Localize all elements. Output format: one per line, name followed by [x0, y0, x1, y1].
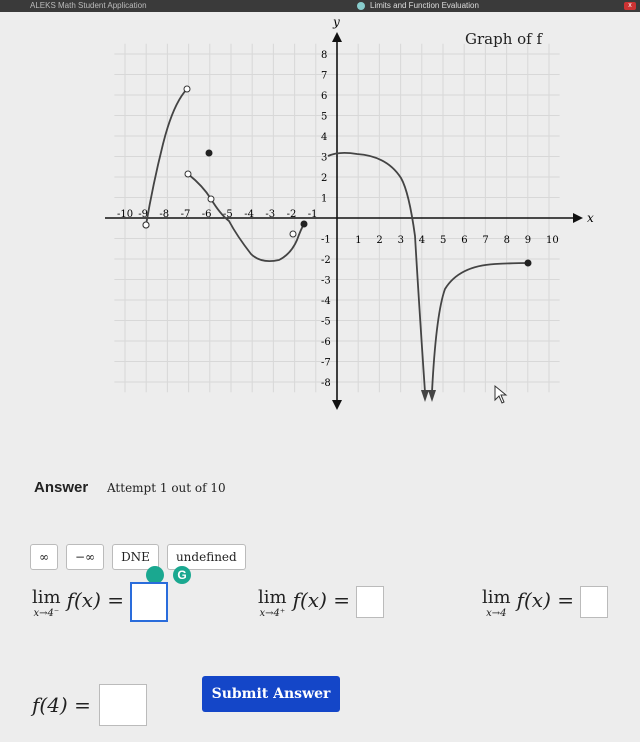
lim-operator: lim x→4: [482, 587, 511, 620]
closed-point: [524, 259, 532, 267]
answer-heading: Answer: [34, 479, 89, 496]
y-tick-label: -5: [321, 317, 331, 328]
answer-header: Answer Attempt 1 out of 10: [34, 478, 226, 496]
y-tick-label: -7: [321, 358, 331, 369]
x-tick-label: -7: [181, 209, 191, 220]
y-tick-label: -8: [321, 378, 331, 389]
mouse-cursor-icon: [494, 384, 508, 404]
function-value-question: f(4) =: [32, 684, 147, 726]
x-tick-label: 7: [482, 235, 488, 246]
x-tick-label: 1: [355, 235, 361, 246]
x-tick-label: 10: [546, 235, 559, 246]
arrow-down-icon: [421, 390, 429, 402]
y-axis-down-arrow-icon: [332, 400, 342, 410]
arrow-down-icon: [428, 390, 436, 402]
axes: [105, 32, 583, 410]
y-tick-label: 6: [321, 91, 327, 102]
lim-operator: lim x→4⁻: [32, 587, 61, 620]
x-tick-label: -4: [244, 209, 254, 220]
y-tick-label: 7: [321, 71, 327, 82]
x-tick-label: -1: [308, 209, 318, 220]
closed-point: [300, 220, 308, 228]
two-sided-limit-question: lim x→4 f(x) =: [482, 586, 608, 620]
grammarly-icon[interactable]: G: [173, 566, 191, 584]
graph-panel: x y Graph of f -10 -9 -8 -7 -6 -5 -4 -3 -2 -1 1 2 3 4…: [95, 14, 605, 414]
answer-palette: ∞ −∞ DNE undefined: [30, 544, 246, 570]
y-axis-label: y: [332, 15, 340, 29]
two-sided-limit-answer-input[interactable]: [580, 586, 608, 618]
left-limit-question: lim x→4⁻ f(x) =: [32, 582, 168, 622]
two-sided-limit-expr: f(x) =: [516, 588, 574, 612]
infinity-button[interactable]: ∞: [30, 544, 58, 570]
x-axis-label: x: [587, 211, 594, 225]
open-point: [142, 221, 150, 229]
y-tick-label: -2: [321, 255, 331, 266]
y-tick-label: -4: [321, 296, 331, 307]
x-tick-label: 6: [461, 235, 467, 246]
x-tick-label: -3: [265, 209, 275, 220]
closed-point: [205, 149, 213, 157]
open-point: [183, 85, 191, 93]
right-limit-question: lim x→4⁺ f(x) =: [258, 586, 384, 620]
left-limit-expr: f(x) =: [66, 588, 124, 612]
y-tick-label: -6: [321, 337, 331, 348]
x-tick-label: 4: [419, 235, 425, 246]
y-tick-label: 8: [321, 50, 327, 61]
open-point: [207, 195, 215, 203]
open-point: [289, 230, 297, 238]
y-axis-arrow-icon: [332, 32, 342, 42]
x-tick-label: -6: [202, 209, 212, 220]
answer-area: Answer Attempt 1 out of 10 ∞ −∞ DNE unde…: [0, 430, 640, 742]
open-point: [184, 170, 192, 178]
x-tick-label: 3: [398, 235, 404, 246]
x-tick-label: -8: [159, 209, 169, 220]
y-tick-label: 3: [321, 153, 327, 164]
y-tick-label: 2: [321, 173, 327, 184]
curve-arrows: [421, 390, 436, 402]
x-tick-label: -5: [223, 209, 233, 220]
curve-segment-right: [327, 151, 426, 393]
y-tick-label: 1: [321, 194, 327, 205]
right-limit-expr: f(x) =: [292, 588, 350, 612]
curve-segment-far-right: [431, 262, 529, 393]
submit-answer-button[interactable]: Submit Answer: [202, 676, 340, 712]
lim-operator: lim x→4⁺: [258, 587, 287, 620]
x-tick-label: 5: [440, 235, 446, 246]
x-tick-label: -2: [287, 209, 297, 220]
attempt-counter: Attempt 1 out of 10: [106, 481, 226, 495]
x-tick-label: 9: [525, 235, 531, 246]
window-title: Limits and Function Evaluation: [370, 1, 479, 10]
function-graph: x y Graph of f -10 -9 -8 -7 -6 -5 -4 -3 -2 -11 2 3 4…: [105, 15, 594, 410]
graph-title: Graph of f: [465, 30, 543, 48]
y-tick-label: 5: [321, 112, 327, 123]
right-limit-answer-input[interactable]: [356, 586, 384, 618]
function-value-expr: f(4) =: [32, 693, 91, 717]
x-tick-label: 8: [504, 235, 510, 246]
x-tick-label: -10: [117, 209, 133, 220]
y-tick-label: 4: [321, 132, 327, 143]
status-dot-icon: [357, 2, 365, 10]
y-tick-label: -1: [321, 235, 331, 246]
title-bar: ALEKS Math Student Application Limits an…: [0, 0, 640, 12]
x-axis-arrow-icon: [573, 213, 583, 223]
x-tick-label: 2: [376, 235, 382, 246]
y-tick-label: -3: [321, 276, 331, 287]
left-limit-answer-input[interactable]: [130, 582, 168, 622]
app-title: ALEKS Math Student Application: [30, 1, 147, 10]
negative-infinity-button[interactable]: −∞: [66, 544, 105, 570]
tick-labels: -10 -9 -8 -7 -6 -5 -4 -3 -2 -11 2 3 4 5 6 7 8 9 1087654321…: [117, 50, 559, 389]
function-value-answer-input[interactable]: [98, 684, 147, 726]
close-button[interactable]: x: [624, 2, 636, 10]
